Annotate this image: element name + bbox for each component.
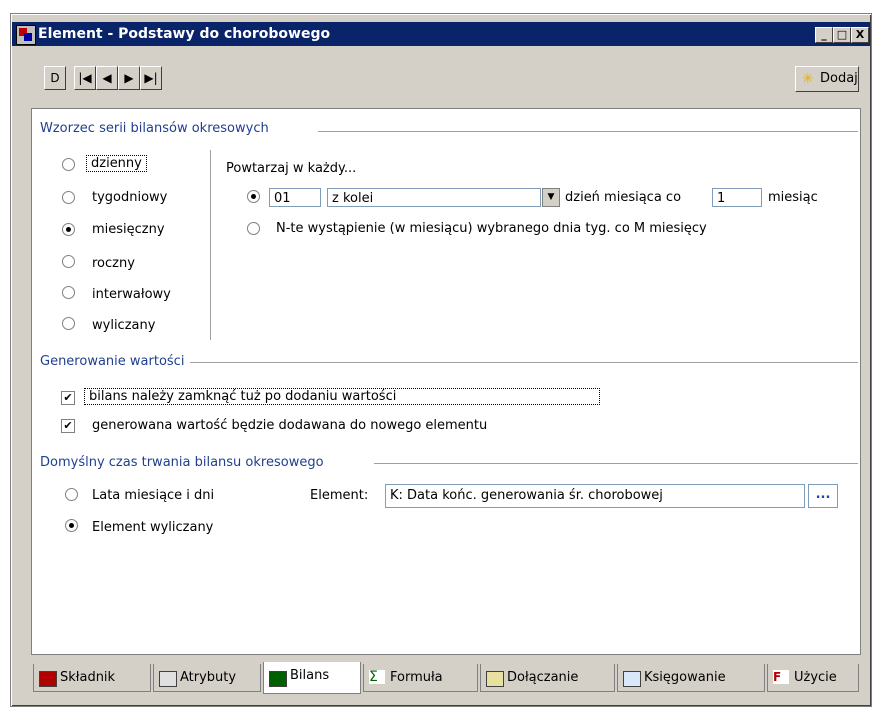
nav-new-button[interactable]: D [44, 66, 66, 90]
browse-element-button[interactable]: ... [808, 484, 838, 508]
label-wyliczany: wyliczany [92, 318, 156, 333]
mode-select[interactable]: z kolei [327, 188, 541, 207]
element-label: Element: [310, 488, 369, 503]
label-interwalowy: interwałowy [92, 287, 171, 302]
radio-nth-weekday[interactable] [247, 222, 260, 235]
vertical-divider [210, 150, 211, 340]
radio-calculated-element[interactable] [65, 519, 78, 532]
attributes-icon [159, 671, 177, 687]
series-pattern-heading: Wzorzec serii bilansów okresowych [40, 121, 269, 136]
section-divider [190, 362, 858, 363]
function-icon: F [773, 670, 789, 684]
nav-first-button[interactable]: |◀ [74, 66, 96, 90]
add-button-label: Dodaj [820, 71, 858, 86]
label-miesieczny: miesięczny [92, 222, 165, 237]
star-icon: ✳ [802, 71, 814, 87]
close-balance-label: bilans należy zamknąć tuż po dodaniu war… [84, 388, 600, 405]
tab-atrybuty[interactable]: Atrybuty [153, 664, 261, 692]
label-tygodniowy: tygodniowy [92, 190, 168, 205]
radio-wyliczany[interactable] [62, 317, 75, 330]
nth-weekday-label: N-te wystąpienie (w miesiącu) wybranego … [276, 221, 707, 236]
years-months-days-label: Lata miesiące i dni [92, 488, 215, 503]
radio-years-months-days[interactable] [65, 488, 78, 501]
tab-ksiegowanie[interactable]: Księgowanie [617, 664, 765, 692]
add-button[interactable]: ✳ Dodaj [795, 66, 859, 92]
mode-dropdown-icon[interactable]: ▼ [542, 188, 560, 207]
generation-heading: Generowanie wartości [40, 354, 185, 369]
nav-prev-button[interactable]: ◀ [96, 66, 118, 90]
radio-day-of-month[interactable] [247, 190, 260, 203]
nav-next-button[interactable]: ▶ [118, 66, 140, 90]
nav-last-button[interactable]: ▶| [140, 66, 162, 90]
radio-miesieczny[interactable] [62, 223, 75, 236]
sigma-icon: Σ [369, 670, 385, 684]
close-balance-checkbox[interactable]: ✔ [61, 391, 75, 405]
tab-skladnik-label: Składnik [60, 670, 116, 685]
window-title: Element - Podstawy do chorobowego [38, 26, 331, 42]
month-text: miesiąc [768, 190, 818, 205]
day-of-month-text: dzień miesiąca co [565, 190, 682, 205]
every-months-field[interactable]: 1 [712, 188, 762, 207]
repeat-label: Powtarzaj w każdy... [226, 161, 357, 176]
tab-atrybuty-label: Atrybuty [180, 670, 237, 685]
close-button[interactable]: X [851, 27, 869, 43]
section-divider [318, 131, 858, 132]
element-field[interactable]: K: Data końc. generowania śr. chorobowej [385, 484, 805, 508]
tab-dolaczanie-label: Dołączanie [507, 670, 579, 685]
label-dzienny: dzienny [86, 155, 147, 172]
maximize-button[interactable]: □ [833, 27, 851, 43]
radio-roczny[interactable] [62, 255, 75, 268]
add-to-new-element-label: generowana wartość będzie dodawana do no… [92, 418, 488, 433]
day-field[interactable]: 01 [269, 188, 321, 207]
tab-formula[interactable]: Σ Formuła [363, 664, 478, 692]
ledger-grid-icon [623, 671, 641, 687]
tab-formula-label: Formuła [390, 670, 443, 685]
attach-tree-icon [486, 671, 504, 687]
tab-uzycie-label: Użycie [794, 670, 837, 685]
component-icon [39, 671, 57, 687]
calculated-element-label: Element wyliczany [92, 520, 214, 535]
balance-icon [269, 671, 287, 687]
radio-dzienny[interactable] [62, 158, 75, 171]
tab-bilans-label: Bilans [290, 668, 330, 683]
label-roczny: roczny [92, 256, 135, 271]
duration-heading: Domyślny czas trwania bilansu okresowego [40, 455, 324, 470]
app-window-icon[interactable] [16, 25, 36, 45]
radio-interwalowy[interactable] [62, 286, 75, 299]
tab-uzycie[interactable]: F Użycie [767, 664, 859, 692]
minimize-button[interactable]: _ [815, 27, 833, 43]
tab-ksiegowanie-label: Księgowanie [644, 670, 726, 685]
tab-bilans[interactable]: Bilans [263, 662, 361, 694]
tab-skladnik[interactable]: Składnik [33, 664, 151, 692]
add-to-new-element-checkbox[interactable]: ✔ [61, 419, 75, 433]
radio-tygodniowy[interactable] [62, 191, 75, 204]
section-divider [374, 463, 858, 464]
tab-dolaczanie[interactable]: Dołączanie [480, 664, 615, 692]
